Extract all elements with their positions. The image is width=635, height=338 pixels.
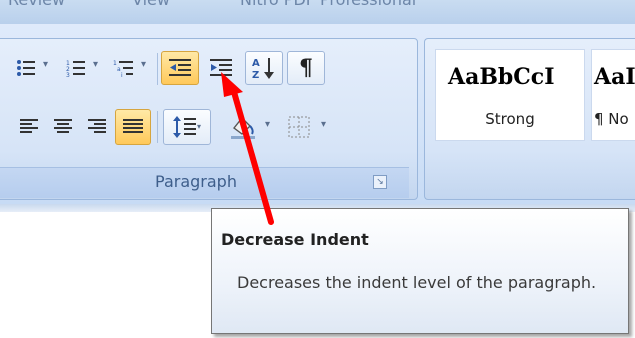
tooltip-title: Decrease Indent [221,230,369,249]
svg-text:Z: Z [252,70,259,80]
paragraph-group: ▾ 1 2 3 ▾ 1 a i ▾ A Z ¶ ▾ ▾ ▾ Paragraph … [0,38,418,200]
borders-icon [288,116,310,138]
tooltip: Decrease Indent Decreases the indent lev… [211,208,629,334]
shading-dropdown-arrow[interactable]: ▾ [265,119,270,130]
paint-bucket-icon [231,116,255,139]
sort-button[interactable]: A Z [245,51,283,85]
style-name: Strong [485,110,535,128]
borders-dropdown-arrow[interactable]: ▾ [321,119,326,130]
line-spacing-icon: ▾ [173,116,201,138]
pilcrow-icon: ¶ [299,55,313,81]
bullets-icon [17,60,35,76]
justify-button[interactable] [115,109,151,145]
separator [157,53,158,85]
increase-indent-icon [210,59,232,76]
justify-icon [123,119,143,133]
align-center-icon [54,119,72,133]
multilevel-list-button[interactable]: 1 a i [111,53,137,83]
center-button[interactable] [47,111,79,143]
svg-text:▾: ▾ [197,122,201,131]
ribbon-tab-strip: Review View Nitro PDF Professional [0,0,635,24]
svg-text:3: 3 [66,72,70,77]
numbering-icon: 1 2 3 [66,60,85,77]
increase-indent-button[interactable] [203,51,239,85]
align-left-icon [20,119,38,133]
tab-view[interactable]: View [132,0,170,9]
show-hide-button[interactable]: ¶ [287,51,325,85]
paragraph-group-label-bar: Paragraph ↘ [0,167,409,198]
separator [157,111,158,143]
sort-az-icon: A Z [252,58,274,80]
styles-group: AaBbCcI Strong AaI ¶ No [424,38,635,200]
shading-button[interactable] [223,109,263,145]
numbering-dropdown-arrow[interactable]: ▾ [93,59,98,70]
align-left-button[interactable] [13,111,45,143]
multilevel-list-icon: 1 a i [113,60,133,77]
style-strong-tile[interactable]: AaBbCcI Strong [435,49,585,141]
numbering-button[interactable]: 1 2 3 [63,53,89,83]
multilevel-list-dropdown-arrow[interactable]: ▾ [141,59,146,70]
style-sample: AaBbCcI [448,64,555,90]
decrease-indent-button[interactable] [161,51,199,85]
svg-text:A: A [252,58,260,69]
align-right-button[interactable] [81,111,113,143]
bullets-button[interactable] [13,53,39,83]
line-spacing-button[interactable]: ▾ [163,109,211,145]
align-right-icon [88,119,106,133]
tab-review[interactable]: Review [8,0,65,9]
style-name: ¶ No [594,110,629,128]
style-no-spacing-tile[interactable]: AaI ¶ No [591,49,635,141]
svg-text:i: i [121,72,123,77]
tab-nitro-pdf[interactable]: Nitro PDF Professional [240,0,416,9]
decrease-indent-icon [169,59,191,76]
borders-button[interactable] [281,109,317,145]
dialog-launcher-icon[interactable]: ↘ [373,175,387,189]
paragraph-group-label: Paragraph [155,172,237,191]
bullets-dropdown-arrow[interactable]: ▾ [43,59,48,70]
tooltip-description: Decreases the indent level of the paragr… [237,273,597,292]
style-sample: AaI [594,64,635,90]
